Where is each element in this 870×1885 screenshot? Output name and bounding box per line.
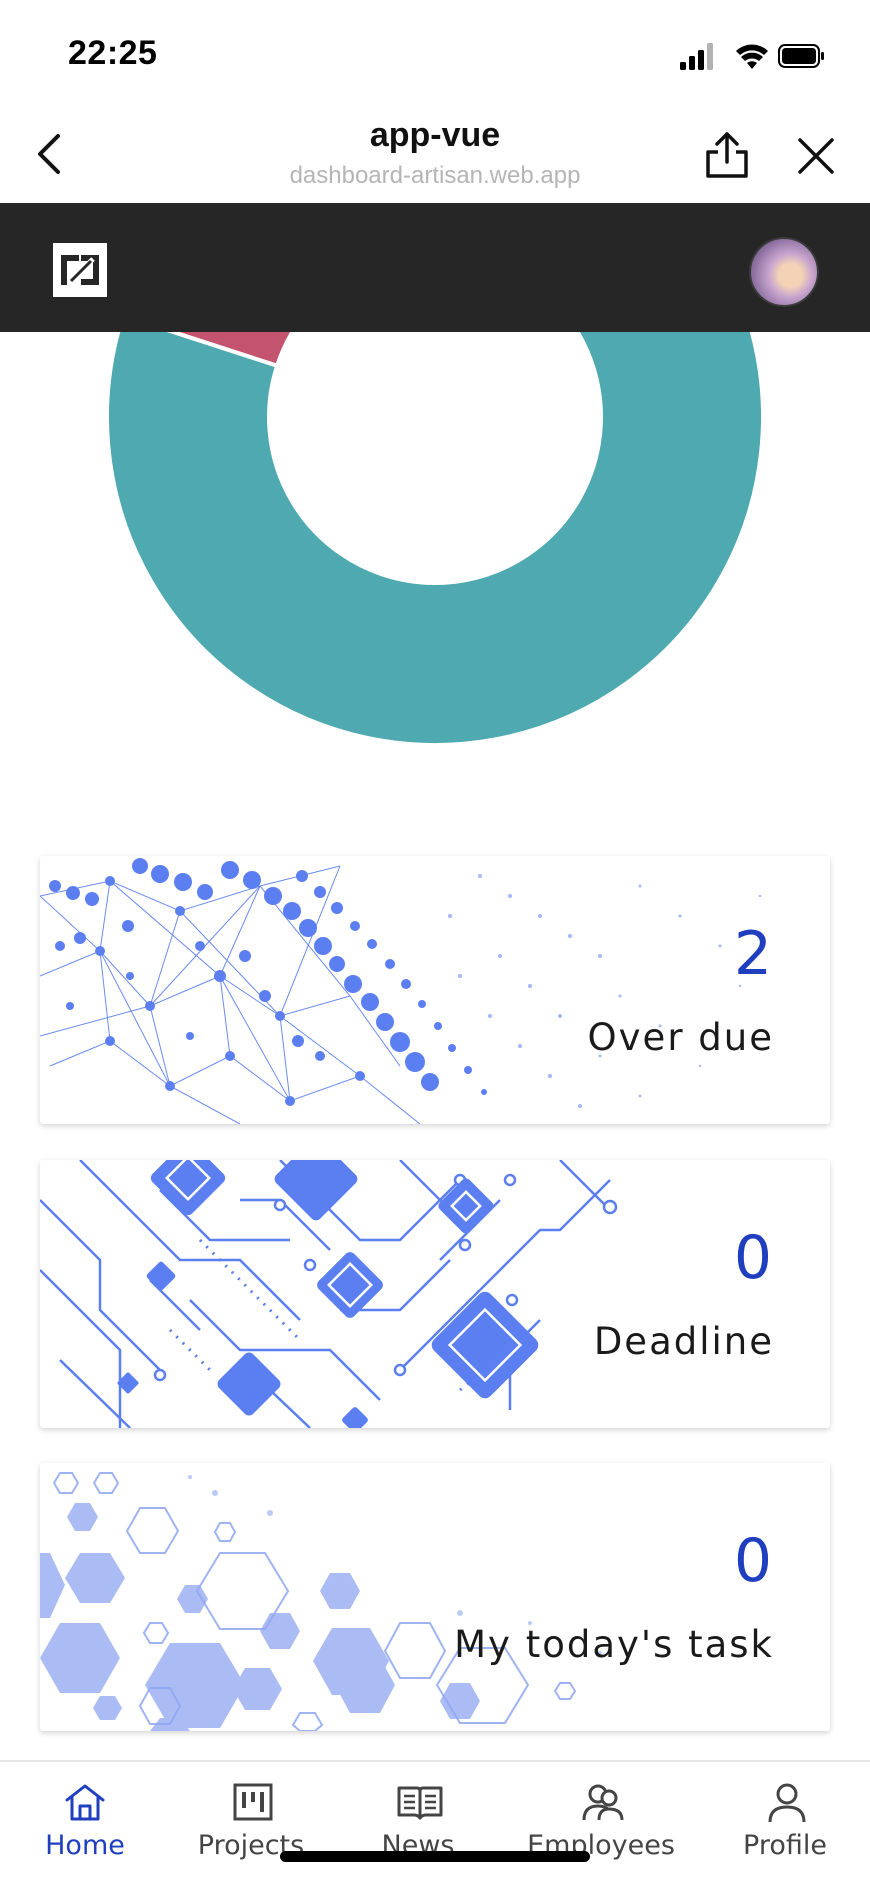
app-header [0, 203, 870, 332]
nav-item-employees[interactable]: Employees [516, 1762, 686, 1885]
nav-label-profile: Profile [743, 1830, 827, 1861]
projects-icon [233, 1783, 273, 1821]
deadline-label: Deadline [593, 1320, 774, 1363]
profile-icon [768, 1783, 806, 1823]
deadline-count: 0 [733, 1223, 772, 1293]
home-indicator [280, 1851, 590, 1862]
overdue-count: 2 [733, 919, 772, 989]
wifi-icon [736, 44, 768, 69]
circuit-pattern-icon [40, 1160, 618, 1428]
network-pattern-icon [40, 858, 762, 1124]
battery-icon [778, 44, 824, 68]
home-icon [65, 1784, 105, 1821]
logo-icon [57, 247, 103, 293]
nav-label-home: Home [45, 1830, 125, 1861]
today-task-label: My today's task [454, 1623, 774, 1666]
hexagon-pattern-icon [40, 1472, 602, 1731]
app-logo[interactable] [53, 243, 107, 297]
donut-chart [0, 332, 870, 832]
donut-chart-svg [105, 332, 765, 747]
nav-item-news[interactable]: News [333, 1762, 503, 1885]
employees-icon [582, 1784, 624, 1821]
overdue-card[interactable]: 2 Over due [40, 856, 830, 1124]
nav-item-home[interactable]: Home [0, 1762, 170, 1885]
browser-bar: app-vue dashboard-artisan.web.app [0, 110, 870, 202]
overdue-label: Over due [587, 1016, 774, 1059]
close-icon[interactable] [796, 136, 836, 176]
today-task-card[interactable]: 0 My today's task [40, 1463, 830, 1731]
nav-item-projects[interactable]: Projects [166, 1762, 336, 1885]
status-icons [680, 43, 824, 70]
news-icon [397, 1786, 443, 1820]
bottom-nav: Home Projects News Employees Profile [0, 1760, 870, 1885]
deadline-card[interactable]: 0 Deadline [40, 1160, 830, 1428]
today-task-count: 0 [733, 1526, 772, 1596]
avatar[interactable] [749, 237, 819, 307]
status-bar: 22:25 [0, 0, 870, 110]
status-time: 22:25 [68, 34, 158, 72]
signal-icon [680, 43, 713, 70]
nav-item-profile[interactable]: Profile [700, 1762, 870, 1885]
donut-slice-1[interactable] [105, 332, 765, 747]
share-icon[interactable] [704, 130, 750, 180]
